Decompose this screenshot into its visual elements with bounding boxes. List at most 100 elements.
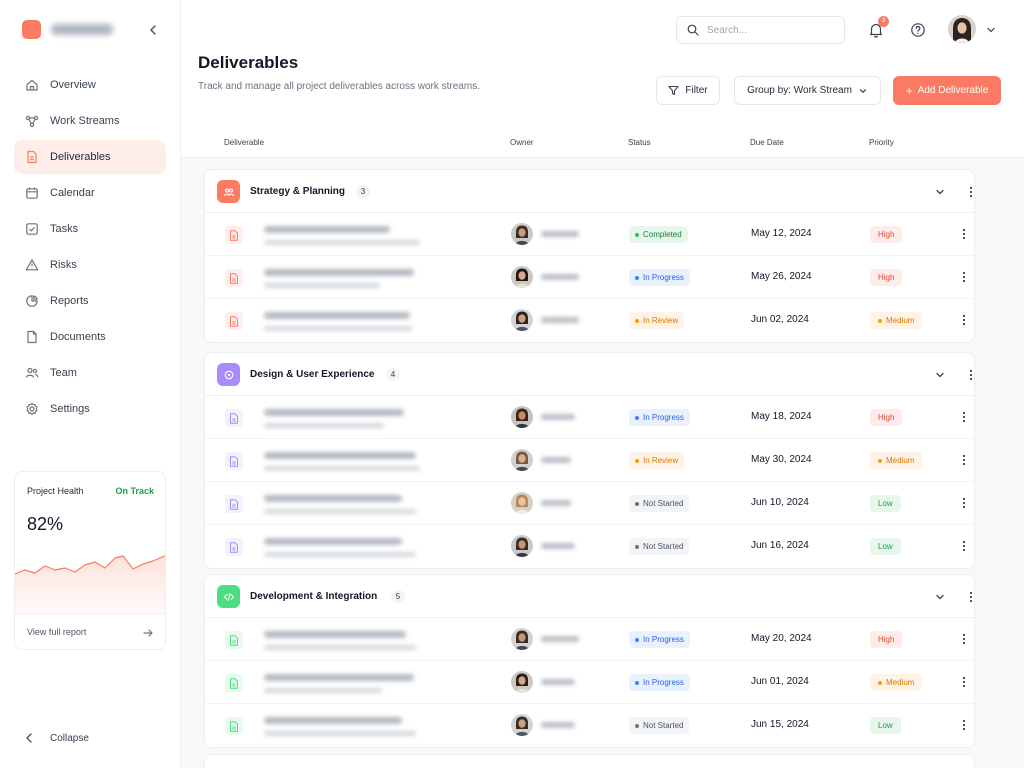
table-row[interactable]: In Progress May 18, 2024 High (205, 396, 974, 439)
table-row[interactable]: In Progress May 20, 2024 High (205, 618, 974, 661)
due-date: Jun 15, 2024 (751, 719, 809, 730)
more-vertical-icon[interactable] (958, 632, 970, 646)
deliverable-title-blurred (264, 538, 402, 545)
chevron-left-icon[interactable] (146, 22, 160, 38)
deliverable-title-blurred (264, 452, 416, 459)
priority-badge: High (870, 409, 903, 426)
column-due-date[interactable]: Due Date (750, 138, 784, 147)
development-group-icon (217, 585, 240, 608)
priority-label: Low (878, 542, 893, 551)
priority-label: High (878, 413, 895, 422)
more-vertical-icon[interactable] (958, 718, 970, 732)
group-count-badge: 5 (391, 590, 405, 603)
status-badge: In Progress (629, 674, 690, 691)
group-by-select[interactable]: Group by: Work Stream (734, 76, 881, 105)
sidebar-item-documents[interactable]: Documents (14, 320, 166, 354)
more-vertical-icon[interactable] (958, 675, 970, 689)
table-row[interactable]: In Review Jun 02, 2024 Medium (205, 299, 974, 342)
deliverable-title-blurred (264, 631, 406, 638)
column-priority[interactable]: Priority (869, 138, 894, 147)
more-vertical-icon[interactable] (958, 539, 970, 553)
filter-button[interactable]: Filter (656, 76, 720, 105)
more-vertical-icon[interactable] (958, 313, 970, 327)
sidebar-item-label: Team (50, 367, 77, 379)
status-badge: Completed (629, 226, 688, 243)
filter-icon (668, 85, 679, 96)
document-icon (225, 269, 243, 287)
group-header[interactable]: Development & Integration 5 (205, 575, 974, 618)
column-status[interactable]: Status (628, 138, 651, 147)
work-streams-icon (25, 114, 39, 128)
collapse-label: Collapse (50, 732, 89, 744)
more-vertical-icon[interactable] (958, 270, 970, 284)
priority-label: High (878, 273, 895, 282)
avatar[interactable] (948, 15, 976, 43)
table-row[interactable]: In Progress May 26, 2024 High (205, 256, 974, 299)
group-header[interactable]: Strategy & Planning 3 (205, 170, 974, 213)
group-header[interactable]: Design & User Experience 4 (205, 353, 974, 396)
file-icon (25, 330, 39, 344)
sidebar-item-settings[interactable]: Settings (14, 392, 166, 426)
more-vertical-icon[interactable] (965, 590, 977, 604)
table-row[interactable]: In Review May 30, 2024 Medium (205, 439, 974, 482)
more-vertical-icon[interactable] (958, 410, 970, 424)
more-vertical-icon[interactable] (958, 453, 970, 467)
sidebar-item-reports[interactable]: Reports (14, 284, 166, 318)
status-dot (635, 458, 639, 463)
document-icon (225, 409, 243, 427)
sidebar-item-risks[interactable]: Risks (14, 248, 166, 282)
chevron-down-icon[interactable] (934, 369, 946, 381)
chevron-down-icon[interactable] (934, 591, 946, 603)
owner-avatar (511, 714, 533, 736)
arrow-right-icon[interactable] (142, 626, 154, 638)
chevron-down-icon[interactable] (934, 186, 946, 198)
deliverables-list: Strategy & Planning 3 Completed May 12, 202… (181, 158, 1024, 768)
group-by-label: Group by: Work Stream (747, 85, 852, 96)
deliverable-subtitle-blurred (264, 552, 416, 557)
document-icon (225, 226, 243, 244)
sidebar-item-label: Risks (50, 259, 77, 271)
warning-icon (25, 258, 39, 272)
table-row[interactable]: Completed May 12, 2024 High (205, 213, 974, 256)
calendar-icon (25, 186, 39, 200)
more-vertical-icon[interactable] (958, 227, 970, 241)
collapse-button[interactable]: Collapse (24, 731, 89, 745)
sidebar-item-overview[interactable]: Overview (14, 68, 166, 102)
sidebar-item-team[interactable]: Team (14, 356, 166, 390)
document-icon (25, 150, 39, 164)
table-row[interactable]: Not Started Jun 15, 2024 Low (205, 704, 974, 747)
health-status: On Track (115, 486, 154, 496)
status-badge: Not Started (629, 717, 690, 734)
search-box[interactable] (676, 16, 845, 44)
sidebar-item-deliverables[interactable]: Deliverables (14, 140, 166, 174)
chevron-down-icon[interactable] (985, 24, 997, 36)
more-vertical-icon[interactable] (965, 368, 977, 382)
group-strategy-planning: Strategy & Planning 3 Completed May 12, 202… (204, 169, 975, 343)
sidebar-item-work-streams[interactable]: Work Streams (14, 104, 166, 138)
more-vertical-icon[interactable] (965, 185, 977, 199)
priority-dot (878, 458, 882, 463)
sidebar-item-calendar[interactable]: Calendar (14, 176, 166, 210)
sidebar-item-tasks[interactable]: Tasks (14, 212, 166, 246)
column-deliverable[interactable]: Deliverable (224, 138, 264, 147)
status-label: In Progress (643, 413, 684, 422)
group-count-badge: 3 (356, 185, 370, 198)
priority-badge: High (870, 631, 903, 648)
plus-icon: + (905, 83, 913, 98)
deliverable-title-blurred (264, 674, 414, 681)
add-deliverable-button[interactable]: + Add Deliverable (893, 76, 1001, 105)
view-report-link[interactable]: View full report (27, 627, 86, 637)
more-vertical-icon[interactable] (958, 496, 970, 510)
document-icon (225, 717, 243, 735)
status-label: Not Started (643, 542, 684, 551)
table-row[interactable]: Not Started Jun 10, 2024 Low (205, 482, 974, 525)
help-icon[interactable] (909, 21, 927, 39)
column-owner[interactable]: Owner (510, 138, 534, 147)
due-date: May 26, 2024 (751, 271, 812, 282)
search-input[interactable] (707, 24, 827, 36)
brand[interactable] (22, 20, 113, 39)
deliverable-title-blurred (264, 226, 390, 233)
table-row[interactable]: Not Started Jun 16, 2024 Low (205, 525, 974, 568)
priority-label: Medium (886, 456, 915, 465)
table-row[interactable]: In Progress Jun 01, 2024 Medium (205, 661, 974, 704)
